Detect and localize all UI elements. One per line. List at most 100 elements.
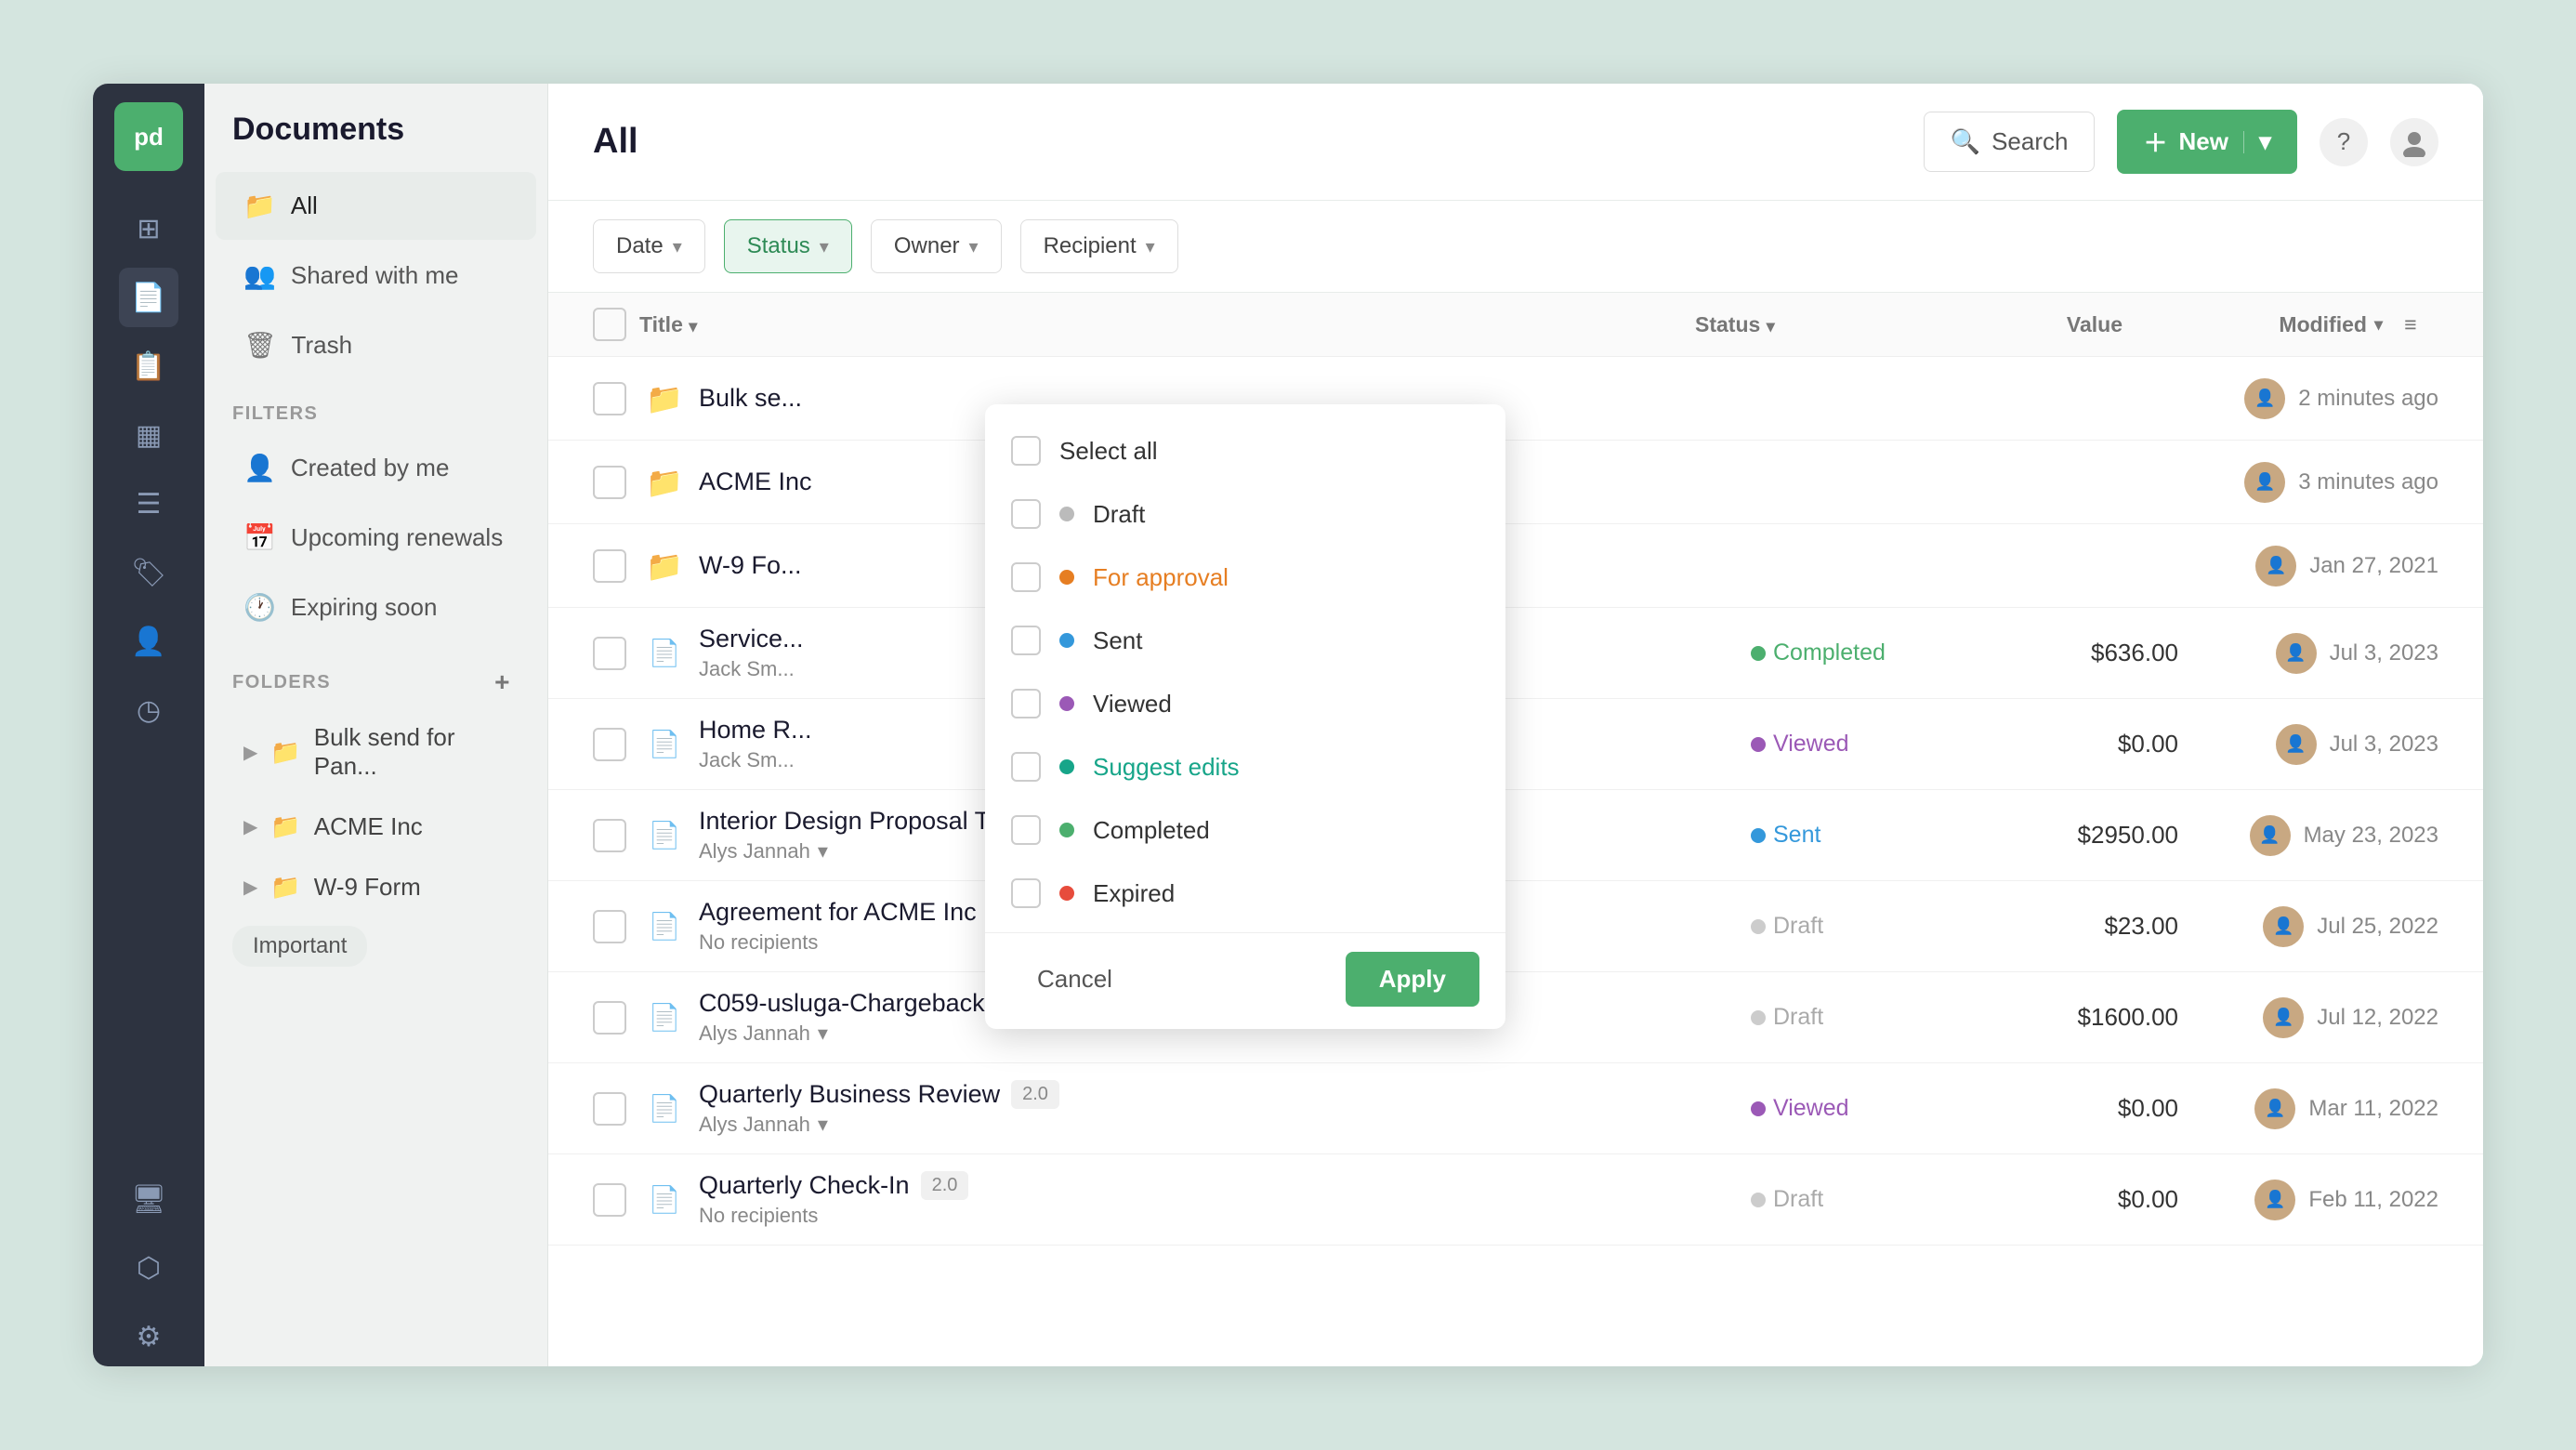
row-status: Draft (1751, 1004, 2011, 1031)
apply-button[interactable]: Apply (1346, 952, 1479, 1007)
nav-icon-blocks[interactable]: ▦ (119, 405, 178, 465)
row-checkbox[interactable] (593, 1001, 626, 1035)
tag-important[interactable]: Important (232, 926, 367, 967)
nav-icon-tag[interactable]: 🏷 (119, 543, 178, 602)
dropdown-item-suggest-edits[interactable]: Suggest edits (985, 735, 1505, 798)
filter-expiring[interactable]: 🕐 Expiring soon (216, 573, 536, 641)
user-avatar[interactable] (2390, 118, 2438, 166)
doc-icon: 📄 (639, 1184, 690, 1215)
nav-icon-form[interactable]: ☰ (119, 474, 178, 534)
folder-icon: 📁 (243, 191, 276, 221)
dropdown-item-for-approval[interactable]: For approval (985, 546, 1505, 609)
col-title: Title ▾ (639, 312, 1695, 337)
row-modified: 👤 Feb 11, 2022 (2178, 1180, 2438, 1220)
sidebar-item-shared[interactable]: 👥 Shared with me (216, 242, 536, 310)
nav-icon-monitor[interactable]: 🖥 (119, 1169, 178, 1229)
row-subtitle: Alys Jannah ▾ (699, 1113, 1751, 1137)
dropdown-item-viewed[interactable]: Viewed (985, 672, 1505, 735)
folder-bulk[interactable]: ▶ 📁 Bulk send for Pan... (216, 708, 536, 796)
filter-created[interactable]: 👤 Created by me (216, 434, 536, 502)
viewed-checkbox[interactable] (1011, 689, 1041, 718)
row-checkbox[interactable] (593, 728, 626, 761)
table-row[interactable]: 📄 Home R... Jack Sm... Viewed $0.00 👤 Ju… (548, 699, 2483, 790)
chevron-icon: ▶ (243, 815, 257, 838)
table-row[interactable]: 📄 C059-usluga-Chargeback-formularz 2.0 A… (548, 972, 2483, 1063)
avatar: 👤 (2250, 815, 2291, 856)
dropdown-item-draft[interactable]: Draft (985, 482, 1505, 546)
nav-icon-template[interactable]: 📋 (119, 336, 178, 396)
app-logo[interactable]: pd (114, 102, 183, 171)
dropdown-item-expired[interactable]: Expired (985, 862, 1505, 925)
chevron-down-icon: ▾ (820, 235, 829, 258)
nav-icon-docs[interactable]: 📄 (119, 268, 178, 327)
table-row[interactable]: 📁 W-9 Fo... 👤 Jan 27, 2021 (548, 524, 2483, 608)
select-all-checkbox[interactable] (593, 308, 639, 341)
table-row[interactable]: 📁 ACME Inc 👤 3 minutes ago (548, 441, 2483, 524)
main-content: All 🔍 Search ＋ New ▾ ? (548, 84, 2483, 1366)
sidebar-item-all[interactable]: 📁 All (216, 172, 536, 240)
completed-checkbox[interactable] (1011, 815, 1041, 845)
row-checkbox[interactable] (593, 466, 626, 499)
nav-icon-grid[interactable]: ⊞ (119, 199, 178, 258)
filter-owner-button[interactable]: Owner ▾ (871, 219, 1002, 273)
filter-status-button[interactable]: Status ▾ (724, 219, 852, 273)
folder-w9[interactable]: ▶ 📁 W-9 Form (216, 858, 536, 916)
nav-panel: Documents 📁 All 👥 Shared with me 🗑 Trash… (204, 84, 548, 1366)
col-status[interactable]: Status ▾ (1695, 312, 1955, 337)
table-row[interactable]: 📄 Interior Design Proposal Template 2.0 … (548, 790, 2483, 881)
nav-icon-3d[interactable]: ⬡ (119, 1238, 178, 1298)
help-button[interactable]: ? (2320, 118, 2368, 166)
row-value: $0.00 (2011, 1185, 2178, 1214)
cancel-button[interactable]: Cancel (1011, 952, 1138, 1007)
select-all-checkbox[interactable] (1011, 436, 1041, 466)
row-value: $636.00 (2011, 639, 2178, 667)
search-button[interactable]: 🔍 Search (1924, 112, 2096, 172)
table-row[interactable]: 📄 Quarterly Check-In 2.0 No recipients D… (548, 1154, 2483, 1246)
row-status: Draft (1751, 1186, 2011, 1213)
row-modified: 👤 Jul 25, 2022 (2178, 906, 2438, 947)
row-checkbox[interactable] (593, 1183, 626, 1217)
table-row[interactable]: 📁 Bulk se... 👤 2 minutes ago (548, 357, 2483, 441)
expired-checkbox[interactable] (1011, 878, 1041, 908)
row-checkbox[interactable] (593, 1092, 626, 1126)
for-approval-checkbox[interactable] (1011, 562, 1041, 592)
row-checkbox[interactable] (593, 910, 626, 943)
folder-icon: 📁 (270, 738, 300, 767)
new-button[interactable]: ＋ New ▾ (2117, 110, 2297, 174)
row-checkbox[interactable] (593, 382, 626, 415)
row-checkbox[interactable] (593, 819, 626, 852)
filter-recipient-button[interactable]: Recipient ▾ (1020, 219, 1178, 273)
avatar: 👤 (2276, 724, 2317, 765)
dropdown-select-all[interactable]: Select all (985, 419, 1505, 482)
chevron-down-icon: ▾ (818, 839, 828, 863)
nav-icon-analytics[interactable]: ◷ (119, 680, 178, 740)
avatar: 👤 (2263, 906, 2304, 947)
chevron-icon: ▶ (243, 876, 257, 899)
plus-icon: ＋ (2143, 125, 2167, 159)
row-checkbox[interactable] (593, 637, 626, 670)
table-row[interactable]: 📄 Service... Jack Sm... Completed $636.0… (548, 608, 2483, 699)
dropdown-item-sent[interactable]: Sent (985, 609, 1505, 672)
draft-checkbox[interactable] (1011, 499, 1041, 529)
col-modified[interactable]: Modified ▾ (2123, 312, 2383, 337)
folder-acme[interactable]: ▶ 📁 ACME Inc (216, 798, 536, 856)
suggest-edits-checkbox[interactable] (1011, 752, 1041, 782)
chevron-down-icon: ▾ (2259, 127, 2271, 156)
filter-date-button[interactable]: Date ▾ (593, 219, 705, 273)
table-row[interactable]: 📄 Quarterly Business Review 2.0 Alys Jan… (548, 1063, 2483, 1154)
row-checkbox[interactable] (593, 549, 626, 583)
row-status: Viewed (1751, 1095, 2011, 1122)
dropdown-item-completed[interactable]: Completed (985, 798, 1505, 862)
columns-icon[interactable]: ≡ (2383, 312, 2438, 337)
row-value: $1600.00 (2011, 1003, 2178, 1032)
nav-icon-settings[interactable]: ⚙ (119, 1307, 178, 1366)
nav-icon-contacts[interactable]: 👤 (119, 612, 178, 671)
add-folder-button[interactable]: + (486, 666, 519, 699)
icon-sidebar: pd ⊞ 📄 📋 ▦ ☰ 🏷 👤 ◷ 🖥 ⬡ ⚙ (93, 84, 204, 1366)
sidebar-item-trash[interactable]: 🗑 Trash (216, 311, 536, 379)
table-row[interactable]: 📄 Agreement for ACME Inc 👥 2.0 No recipi… (548, 881, 2483, 972)
sent-checkbox[interactable] (1011, 626, 1041, 655)
sort-title-icon[interactable]: ▾ (689, 317, 697, 336)
for-approval-label: For approval (1093, 563, 1229, 592)
filter-renewals[interactable]: 📅 Upcoming renewals (216, 504, 536, 572)
